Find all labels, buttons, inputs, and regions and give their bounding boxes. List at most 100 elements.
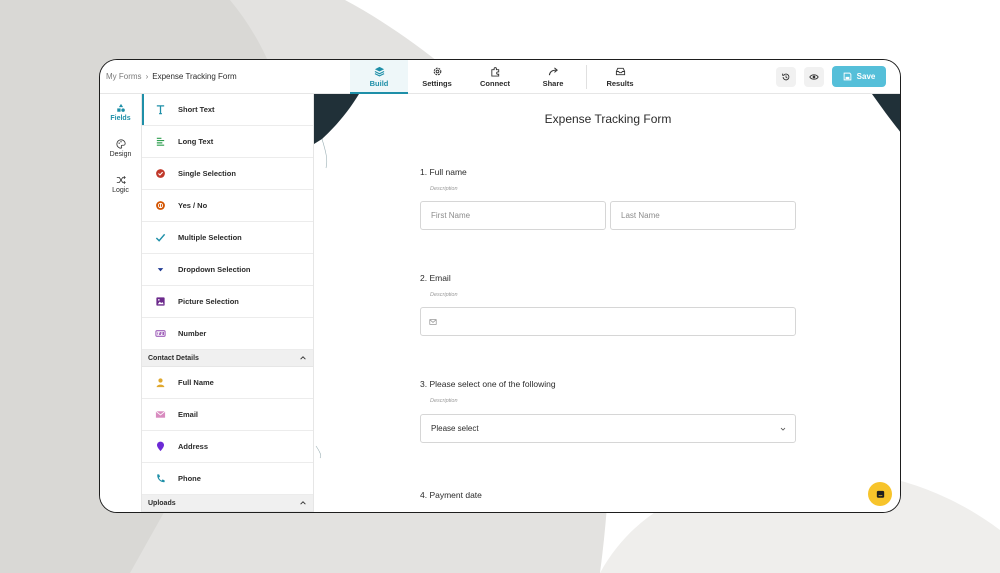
- floppy-icon: [843, 72, 851, 81]
- field-email[interactable]: Email: [142, 399, 313, 431]
- field-label: Full Name: [178, 378, 214, 387]
- field-label: Phone: [178, 474, 201, 483]
- field-label: Dropdown Selection: [178, 265, 251, 274]
- tab-build[interactable]: Build: [350, 60, 408, 94]
- field-short-text[interactable]: Short Text: [142, 94, 313, 126]
- field-list-panel: Short Text Long Text Single Selection Ye…: [142, 94, 314, 512]
- caret-down-icon: [157, 268, 163, 272]
- question-1-label[interactable]: 1. Full name: [420, 167, 467, 177]
- tab-results-label: Results: [606, 79, 634, 88]
- rail-item-logic-label: Logic: [112, 186, 129, 194]
- tab-settings[interactable]: Settings: [408, 60, 466, 94]
- shapes-icon: [116, 103, 125, 112]
- breadcrumb-current: Expense Tracking Form: [152, 72, 237, 81]
- form-title[interactable]: Expense Tracking Form: [314, 112, 900, 126]
- question-2-label[interactable]: 2. Email: [420, 273, 451, 283]
- field-label: Address: [178, 442, 209, 451]
- first-name-placeholder: First Name: [431, 211, 471, 220]
- question-4-label[interactable]: 4. Payment date: [420, 490, 482, 500]
- field-single-selection[interactable]: Single Selection: [142, 158, 313, 190]
- rail-item-design-label: Design: [109, 150, 132, 158]
- tab-connect[interactable]: Connect: [466, 60, 524, 94]
- preview-button[interactable]: [804, 66, 824, 87]
- field-label: Single Selection: [178, 169, 236, 178]
- field-phone[interactable]: Phone: [142, 463, 313, 495]
- tab-results[interactable]: Results: [591, 60, 649, 94]
- app-window: My Forms › Expense Tracking Form Build S…: [99, 59, 901, 513]
- rail-item-logic[interactable]: Logic: [100, 166, 141, 202]
- toolbar-actions: Save: [776, 66, 886, 87]
- field-number[interactable]: Number: [142, 318, 313, 350]
- section-header-label: Contact Details: [148, 354, 199, 362]
- option-select[interactable]: Please select: [420, 414, 796, 443]
- chat-button[interactable]: [868, 482, 892, 506]
- top-bar: My Forms › Expense Tracking Form Build S…: [100, 60, 900, 94]
- rail-item-fields[interactable]: Fields: [100, 94, 141, 130]
- last-name-input[interactable]: Last Name: [610, 201, 796, 230]
- envelope-icon: [155, 410, 165, 418]
- history-button[interactable]: [776, 66, 796, 87]
- main-nav: Build Settings Connect Share Results: [350, 60, 649, 94]
- field-label: Long Text: [178, 137, 214, 146]
- field-label: Number: [178, 329, 207, 338]
- rail-item-fields-label: Fields: [110, 114, 131, 122]
- question-2-description[interactable]: Description: [430, 292, 458, 298]
- chat-bubble-icon: [876, 490, 884, 498]
- question-3-label[interactable]: 3. Please select one of the following: [420, 379, 556, 389]
- field-picture-selection[interactable]: Picture Selection: [142, 286, 313, 318]
- field-long-text[interactable]: Long Text: [142, 126, 313, 158]
- history-icon: [782, 73, 790, 80]
- shuffle-icon: [116, 175, 126, 184]
- field-full-name[interactable]: Full Name: [142, 367, 313, 399]
- chevron-up-icon: [300, 501, 306, 505]
- map-pin-icon: [156, 441, 164, 452]
- tab-connect-label: Connect: [480, 79, 510, 88]
- nav-divider: [586, 65, 587, 89]
- rail-item-design[interactable]: Design: [100, 130, 141, 166]
- section-header-uploads[interactable]: Uploads: [142, 495, 313, 512]
- breadcrumb-root[interactable]: My Forms: [106, 72, 142, 81]
- form-canvas: Expense Tracking Form 1. Full name Descr…: [314, 94, 900, 512]
- canvas-decoration: [314, 94, 900, 459]
- breadcrumb-separator: ›: [145, 72, 149, 81]
- save-button[interactable]: Save: [832, 66, 886, 87]
- picture-icon: [155, 297, 165, 306]
- yes-no-icon: [155, 201, 165, 210]
- field-yes-no[interactable]: Yes / No: [142, 190, 313, 222]
- envelope-icon: [429, 318, 437, 325]
- field-label: Picture Selection: [178, 297, 239, 306]
- layers-icon: [374, 66, 384, 77]
- breadcrumb: My Forms › Expense Tracking Form: [106, 72, 237, 81]
- save-button-label: Save: [856, 72, 876, 81]
- section-header-label: Uploads: [148, 499, 176, 507]
- question-1-description[interactable]: Description: [430, 186, 458, 192]
- paragraph-icon: [156, 137, 164, 146]
- person-icon: [156, 378, 164, 388]
- side-rail: Fields Design Logic: [100, 94, 142, 512]
- tab-settings-label: Settings: [422, 79, 452, 88]
- tab-share-label: Share: [542, 79, 564, 88]
- chevron-down-icon: [780, 427, 786, 431]
- text-t-icon: [156, 105, 164, 115]
- field-multiple-selection[interactable]: Multiple Selection: [142, 222, 313, 254]
- field-label: Multiple Selection: [178, 233, 242, 242]
- question-3-description[interactable]: Description: [430, 398, 458, 404]
- first-name-input[interactable]: First Name: [420, 201, 606, 230]
- section-header-contact-details[interactable]: Contact Details: [142, 350, 313, 367]
- tab-share[interactable]: Share: [524, 60, 582, 94]
- checkmark-icon: [155, 233, 165, 242]
- field-dropdown-selection[interactable]: Dropdown Selection: [142, 254, 313, 286]
- select-value: Please select: [431, 424, 479, 433]
- inbox-icon: [615, 67, 625, 76]
- field-address[interactable]: Address: [142, 431, 313, 463]
- puzzle-icon: [490, 67, 499, 77]
- chevron-up-icon: [300, 356, 306, 360]
- tab-build-label: Build: [369, 79, 389, 88]
- field-label: Yes / No: [178, 201, 208, 210]
- phone-icon: [156, 474, 165, 483]
- field-label: Short Text: [178, 105, 215, 114]
- email-input[interactable]: [420, 307, 796, 336]
- palette-icon: [115, 138, 126, 149]
- radio-check-icon: [155, 169, 165, 178]
- last-name-placeholder: Last Name: [621, 211, 660, 220]
